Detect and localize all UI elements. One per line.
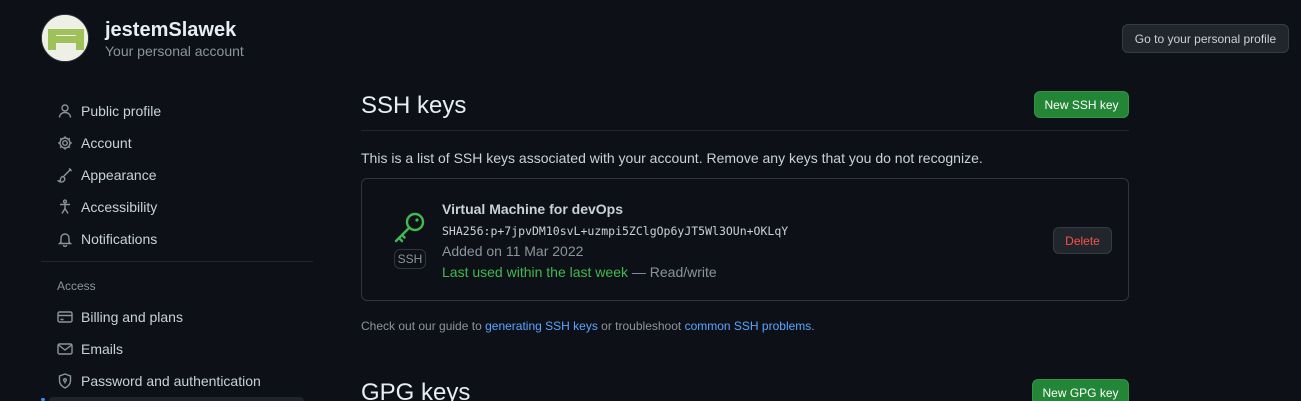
credit-card-icon: [57, 309, 73, 325]
sidebar-item-accessibility[interactable]: Accessibility: [57, 196, 157, 218]
sidebar-item-public-profile[interactable]: Public profile: [57, 100, 161, 122]
sidebar-item-appearance[interactable]: Appearance: [57, 164, 157, 186]
sidebar-divider: [41, 261, 313, 262]
common-ssh-problems-link[interactable]: common SSH problems: [685, 319, 812, 333]
mail-icon: [57, 341, 73, 357]
section-divider: [361, 130, 1129, 131]
guide-prefix: Check out our guide to: [361, 319, 482, 333]
ssh-key-usage: Last used within the last week — Read/wr…: [442, 264, 717, 280]
ssh-key-added-date: Added on 11 Mar 2022: [442, 243, 584, 259]
ssh-key-last-used: Last used within the last week: [442, 264, 628, 280]
ssh-key-fingerprint: SHA256:p+7jpvDM10svL+uzmpi5ZClgOp6yJT5Wl…: [442, 224, 789, 238]
sidebar-item-label: Accessibility: [81, 199, 158, 215]
sidebar-item-label: Billing and plans: [81, 309, 183, 325]
ssh-keys-heading: SSH keys: [361, 92, 467, 119]
new-gpg-key-button[interactable]: New GPG key: [1032, 379, 1129, 401]
ssh-intro-text: This is a list of SSH keys associated wi…: [361, 150, 983, 166]
delete-ssh-key-button[interactable]: Delete: [1053, 227, 1112, 254]
account-username[interactable]: jestemSlawek: [105, 19, 236, 42]
guide-middle: or troubleshoot: [601, 319, 682, 333]
sidebar-item-ssh-gpg-active[interactable]: [49, 397, 304, 401]
paintbrush-icon: [57, 167, 73, 183]
sidebar-item-password-authentication[interactable]: Password and authentication: [57, 370, 261, 392]
avatar[interactable]: [41, 14, 89, 62]
gear-icon: [57, 135, 73, 151]
generating-ssh-keys-link[interactable]: generating SSH keys: [485, 319, 598, 333]
guide-suffix: .: [811, 319, 815, 333]
sidebar-item-account[interactable]: Account: [57, 132, 132, 154]
ssh-key-list-item: [361, 178, 1129, 301]
bell-icon: [57, 231, 73, 247]
ssh-type-badge: SSH: [394, 249, 426, 269]
sidebar-item-label: Public profile: [81, 103, 162, 119]
identicon-image: [42, 15, 88, 61]
sidebar-item-label: Notifications: [81, 231, 158, 247]
ssh-key-access-level: — Read/write: [631, 264, 717, 280]
sidebar-item-notifications[interactable]: Notifications: [57, 228, 157, 250]
sidebar-item-label: Account: [81, 135, 132, 151]
sidebar-item-emails[interactable]: Emails: [57, 338, 123, 360]
key-icon: [392, 209, 428, 245]
sidebar-item-billing[interactable]: Billing and plans: [57, 306, 183, 328]
sidebar-item-label: Appearance: [81, 167, 157, 183]
sidebar-item-label: Emails: [81, 341, 124, 357]
shield-lock-icon: [57, 373, 73, 389]
ssh-gpg-settings-page: jestemSlawek Your personal account Go to…: [0, 0, 1301, 401]
account-type-label: Your personal account: [105, 43, 244, 59]
ssh-guide-text: Check out our guide to generating SSH ke…: [361, 319, 815, 333]
person-icon: [57, 103, 73, 119]
go-to-profile-button[interactable]: Go to your personal profile: [1122, 24, 1289, 53]
sidebar-item-label: Password and authentication: [81, 373, 261, 389]
sidebar-heading-access: Access: [57, 279, 96, 293]
gpg-keys-heading: GPG keys: [361, 379, 471, 401]
accessibility-icon: [57, 199, 73, 215]
ssh-key-title: Virtual Machine for devOps: [442, 201, 624, 217]
new-ssh-key-button[interactable]: New SSH key: [1034, 91, 1129, 118]
